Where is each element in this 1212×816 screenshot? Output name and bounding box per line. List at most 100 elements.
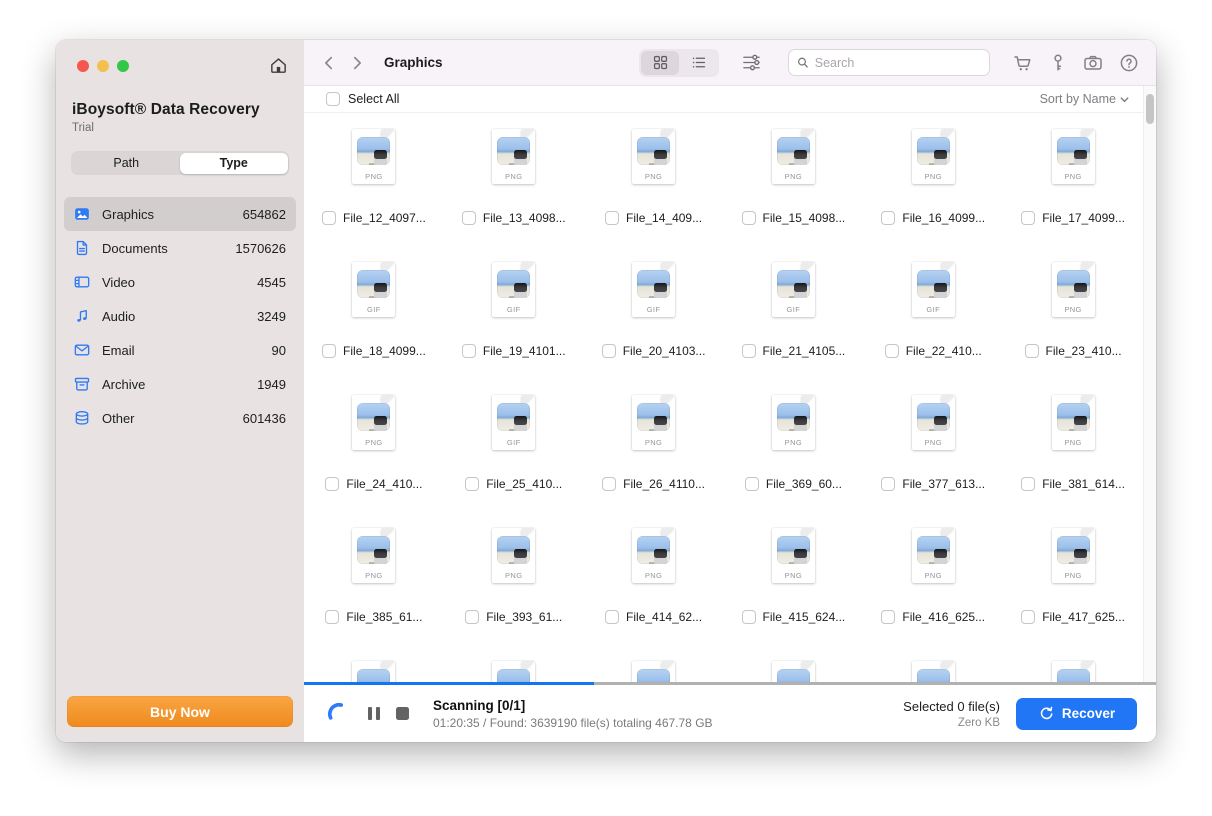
file-name-row: File_25_410... <box>465 477 562 491</box>
file-name-row: File_16_4099... <box>881 211 985 225</box>
file-icon: PNG <box>1051 129 1095 184</box>
file-cell-partial[interactable] <box>304 645 444 685</box>
file-checkbox[interactable] <box>465 477 480 491</box>
file-cell[interactable]: PNG File_381_614... <box>1003 379 1143 512</box>
search-input[interactable] <box>814 55 981 70</box>
file-checkbox[interactable] <box>465 610 480 624</box>
file-checkbox[interactable] <box>1021 211 1036 225</box>
file-checkbox[interactable] <box>461 344 476 358</box>
file-checkbox[interactable] <box>741 211 756 225</box>
file-checkbox[interactable] <box>325 477 340 491</box>
file-cell[interactable]: PNG File_13_4098... <box>444 113 584 246</box>
file-cell[interactable]: PNG File_12_4097... <box>304 113 444 246</box>
toolbar-icons <box>1012 52 1140 74</box>
file-cell[interactable]: PNG File_415_624... <box>723 512 863 645</box>
file-cell[interactable]: GIF File_22_410... <box>863 246 1003 379</box>
buy-now-button[interactable]: Buy Now <box>67 696 293 727</box>
file-checkbox[interactable] <box>741 610 756 624</box>
file-name-row: File_417_625... <box>1021 610 1125 624</box>
file-checkbox[interactable] <box>605 211 620 225</box>
file-cell[interactable]: GIF File_18_4099... <box>304 246 444 379</box>
scrollbar-thumb[interactable] <box>1146 94 1154 124</box>
file-checkbox[interactable] <box>741 344 756 358</box>
pause-scan-button[interactable] <box>368 707 380 720</box>
file-cell[interactable]: GIF File_20_4103... <box>584 246 724 379</box>
file-checkbox[interactable] <box>325 610 340 624</box>
file-checkbox[interactable] <box>605 610 620 624</box>
video-icon <box>73 273 91 291</box>
file-name: File_377_613... <box>902 477 986 491</box>
sidebar-item-archive[interactable]: Archive 1949 <box>64 367 296 401</box>
toolbar: Graphics <box>304 40 1156 86</box>
zoom-window-button[interactable] <box>117 59 129 72</box>
license-badge: Trial <box>72 122 94 134</box>
sidebar-item-other[interactable]: Other 601436 <box>64 401 296 435</box>
file-cell[interactable]: PNG File_417_625... <box>1003 512 1143 645</box>
file-cell-partial[interactable] <box>723 645 863 685</box>
file-name: File_19_4101... <box>482 344 566 358</box>
vertical-scrollbar[interactable] <box>1143 86 1156 682</box>
cart-icon[interactable] <box>1012 52 1034 74</box>
file-cell[interactable]: PNG File_24_410... <box>304 379 444 512</box>
file-checkbox[interactable] <box>1021 477 1036 491</box>
file-cell[interactable]: PNG File_369_60... <box>723 379 863 512</box>
close-window-button[interactable] <box>77 59 89 72</box>
file-cell[interactable]: GIF File_19_4101... <box>444 246 584 379</box>
select-all-checkbox[interactable] <box>326 92 340 106</box>
file-checkbox[interactable] <box>1024 344 1039 358</box>
home-icon[interactable] <box>269 56 288 75</box>
file-checkbox[interactable] <box>881 211 896 225</box>
file-cell[interactable]: PNG File_26_4110... <box>584 379 724 512</box>
recover-button[interactable]: Recover <box>1016 697 1137 730</box>
file-cell[interactable]: PNG File_416_625... <box>863 512 1003 645</box>
file-checkbox[interactable] <box>602 477 617 491</box>
file-cell[interactable]: PNG File_14_409... <box>584 113 724 246</box>
file-checkbox[interactable] <box>884 344 899 358</box>
file-checkbox[interactable] <box>744 477 759 491</box>
stop-scan-button[interactable] <box>396 707 409 720</box>
file-cell[interactable]: PNG File_17_4099... <box>1003 113 1143 246</box>
key-icon[interactable] <box>1048 52 1068 74</box>
filter-icon[interactable] <box>741 52 762 73</box>
file-checkbox[interactable] <box>881 610 896 624</box>
search-field[interactable] <box>788 49 990 76</box>
help-icon[interactable] <box>1118 52 1140 74</box>
sidebar-item-video[interactable]: Video 4545 <box>64 265 296 299</box>
file-cell[interactable]: PNG File_377_613... <box>863 379 1003 512</box>
sidebar-item-email[interactable]: Email 90 <box>64 333 296 367</box>
other-icon <box>73 409 91 427</box>
file-checkbox[interactable] <box>601 344 616 358</box>
forward-button[interactable] <box>344 50 370 76</box>
grid-view-button[interactable] <box>641 50 679 75</box>
file-cell[interactable]: PNG File_23_410... <box>1003 246 1143 379</box>
file-cell[interactable]: PNG File_414_62... <box>584 512 724 645</box>
file-cell[interactable]: PNG File_393_61... <box>444 512 584 645</box>
file-checkbox[interactable] <box>1021 610 1036 624</box>
sort-dropdown[interactable]: Sort by Name <box>1040 92 1130 106</box>
file-icon: PNG <box>911 395 955 450</box>
sidebar-item-documents[interactable]: Documents 1570626 <box>64 231 296 265</box>
minimize-window-button[interactable] <box>97 59 109 72</box>
tab-path[interactable]: Path <box>73 153 181 174</box>
file-cell[interactable]: PNG File_15_4098... <box>723 113 863 246</box>
file-cell-partial[interactable] <box>584 645 724 685</box>
sidebar-item-graphics[interactable]: Graphics 654862 <box>64 197 296 231</box>
file-cell[interactable]: PNG File_385_61... <box>304 512 444 645</box>
stop-icon <box>396 707 409 720</box>
file-cell-partial[interactable] <box>444 645 584 685</box>
file-icon: PNG <box>771 129 815 184</box>
file-checkbox[interactable] <box>881 477 896 491</box>
file-checkbox[interactable] <box>461 211 476 225</box>
camera-icon[interactable] <box>1082 52 1104 74</box>
file-checkbox[interactable] <box>322 344 337 358</box>
file-cell[interactable]: GIF File_21_4105... <box>723 246 863 379</box>
sidebar-item-audio[interactable]: Audio 3249 <box>64 299 296 333</box>
file-cell[interactable]: PNG File_16_4099... <box>863 113 1003 246</box>
file-cell[interactable]: GIF File_25_410... <box>444 379 584 512</box>
back-button[interactable] <box>316 50 342 76</box>
file-checkbox[interactable] <box>322 211 337 225</box>
file-cell-partial[interactable] <box>1003 645 1143 685</box>
list-view-button[interactable] <box>679 51 717 75</box>
tab-type[interactable]: Type <box>180 152 288 174</box>
file-cell-partial[interactable] <box>863 645 1003 685</box>
